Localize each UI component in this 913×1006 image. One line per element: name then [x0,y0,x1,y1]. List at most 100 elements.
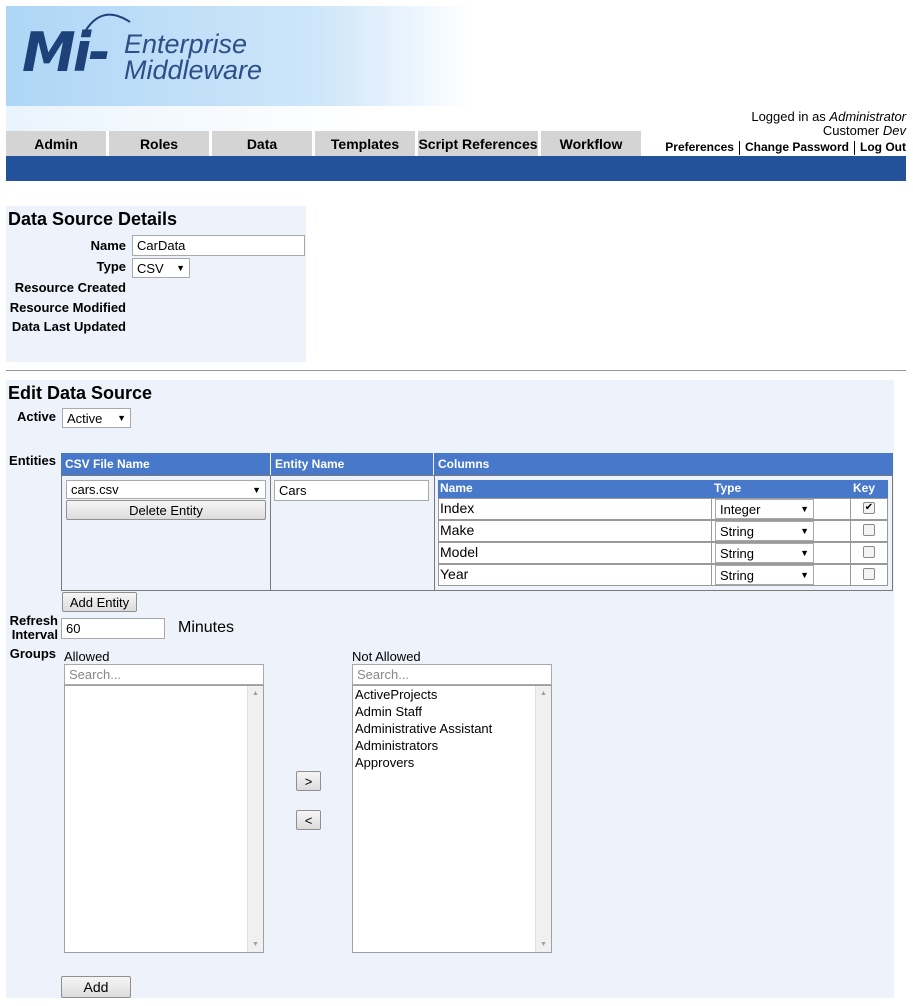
allowed-listbox[interactable]: ▲ ▼ [64,685,264,953]
groups-label: Groups [9,646,56,661]
move-right-button[interactable]: > [296,771,321,791]
column-type-value: String [720,523,754,539]
add-entity-button[interactable]: Add Entity [62,592,137,612]
column-name-header: Name [440,481,473,495]
resource-modified-label: Resource Modified [9,300,126,315]
column-name-cell: Index [440,500,475,516]
entity-name-header: Entity Name [271,453,433,475]
scroll-up-icon[interactable]: ▲ [536,690,551,697]
list-item[interactable]: Administrative Assistant [353,720,492,737]
chevron-down-icon: ▼ [800,504,809,514]
type-select-value: CSV [137,260,164,276]
resource-created-label: Resource Created [14,280,126,295]
logged-in-prefix: Logged in as [751,109,830,124]
type-select[interactable]: CSV ▼ [132,258,190,278]
edit-title: Edit Data Source [8,383,153,403]
column-divider-overlay [711,498,712,586]
entity-name-input[interactable]: Cars [274,480,429,501]
allowed-label: Allowed [64,649,110,664]
not-allowed-search-placeholder: Search... [357,667,410,682]
key-checkbox[interactable] [863,568,875,580]
column-key-header: Key [853,481,876,495]
chevron-down-icon: ▼ [252,484,261,495]
key-checkbox[interactable] [863,546,875,558]
key-checkbox[interactable]: ✔ [863,502,875,514]
active-label: Active [16,409,56,424]
column-type-value: Integer [720,501,761,517]
columns-header: Columns [434,453,893,475]
tab-script-references[interactable]: Script References [418,131,538,156]
chevron-down-icon: ▼ [800,548,809,558]
scroll-down-icon[interactable]: ▼ [536,941,551,948]
logged-in-line: Logged in as Administrator [751,109,906,124]
column-type-value: String [720,567,754,583]
columns-subheader [438,480,888,498]
log-out-link[interactable]: Log Out [855,140,906,155]
refresh-unit: Minutes [178,619,235,636]
column-type-select[interactable]: String ▼ [715,521,814,541]
column-row [438,564,888,586]
data-last-updated-label: Data Last Updated [11,319,126,334]
column-type-value: String [720,545,754,561]
scroll-down-icon[interactable]: ▼ [248,941,263,948]
refresh-interval-input[interactable]: 60 [61,618,165,639]
allowed-scrollbar[interactable]: ▲ ▼ [247,686,263,952]
section-divider [6,370,906,371]
column-type-header: Type [714,481,742,495]
column-type-select[interactable]: String ▼ [715,543,814,563]
logo-text-middleware: Middleware [124,55,263,85]
list-item[interactable]: Approvers [353,754,414,771]
tab-workflow[interactable]: Workflow [541,131,641,156]
column-name-cell: Model [440,544,479,560]
list-item[interactable]: Admin Staff [353,703,422,720]
tab-templates[interactable]: Templates [315,131,415,156]
allowed-search-placeholder: Search... [69,667,122,682]
move-left-button[interactable]: < [296,810,321,830]
type-label: Type [96,259,126,274]
list-item[interactable]: Administrators [353,737,438,754]
customer-name: Dev [882,123,906,138]
active-select[interactable]: Active ▼ [62,408,131,428]
add-button[interactable]: Add [61,976,131,998]
csv-file-select[interactable]: cars.csv ▼ [66,480,266,499]
column-divider-overlay [850,498,851,586]
not-allowed-label: Not Allowed [352,649,421,664]
column-type-select[interactable]: String ▼ [715,565,814,585]
chevron-down-icon: ▼ [800,570,809,580]
tab-admin[interactable]: Admin [6,131,106,156]
tab-roles[interactable]: Roles [109,131,209,156]
chevron-down-icon: ▼ [800,526,809,536]
username: Administrator [829,109,906,124]
column-type-select[interactable]: Integer ▼ [715,499,814,519]
tab-data[interactable]: Data [212,131,312,156]
scroll-up-icon[interactable]: ▲ [248,690,263,697]
entities-label: Entities [9,453,56,468]
preferences-link[interactable]: Preferences [660,140,739,155]
delete-entity-button[interactable]: Delete Entity [66,500,266,520]
csv-file-header: CSV File Name [61,453,270,475]
chevron-down-icon: ▼ [176,263,185,273]
customer-line: Customer Dev [823,123,906,138]
details-title: Data Source Details [8,209,178,229]
key-checkbox[interactable] [863,524,875,536]
column-row [438,520,888,542]
refresh-interval-label: Refresh Interval [6,614,58,642]
column-row [438,498,888,520]
name-label: Name [90,238,126,253]
chevron-down-icon: ▼ [117,413,126,423]
refresh-label-line1: Refresh [9,613,58,628]
not-allowed-listbox[interactable]: ActiveProjects Admin Staff Administrativ… [352,685,552,953]
change-password-link[interactable]: Change Password [740,140,854,155]
csv-file-value: cars.csv [71,482,119,497]
column-name-cell: Year [440,566,469,582]
list-item[interactable]: ActiveProjects [353,686,437,703]
not-allowed-search-input[interactable]: Search... [352,664,552,685]
logo-text-enterprise: Enterprise [124,29,248,59]
nav-bar [6,156,906,181]
not-allowed-scrollbar[interactable]: ▲ ▼ [535,686,551,952]
customer-prefix: Customer [822,123,883,138]
allowed-search-input[interactable]: Search... [64,664,264,685]
column-name-cell: Make [440,522,475,538]
column-row [438,542,888,564]
name-input[interactable]: CarData [132,235,305,256]
